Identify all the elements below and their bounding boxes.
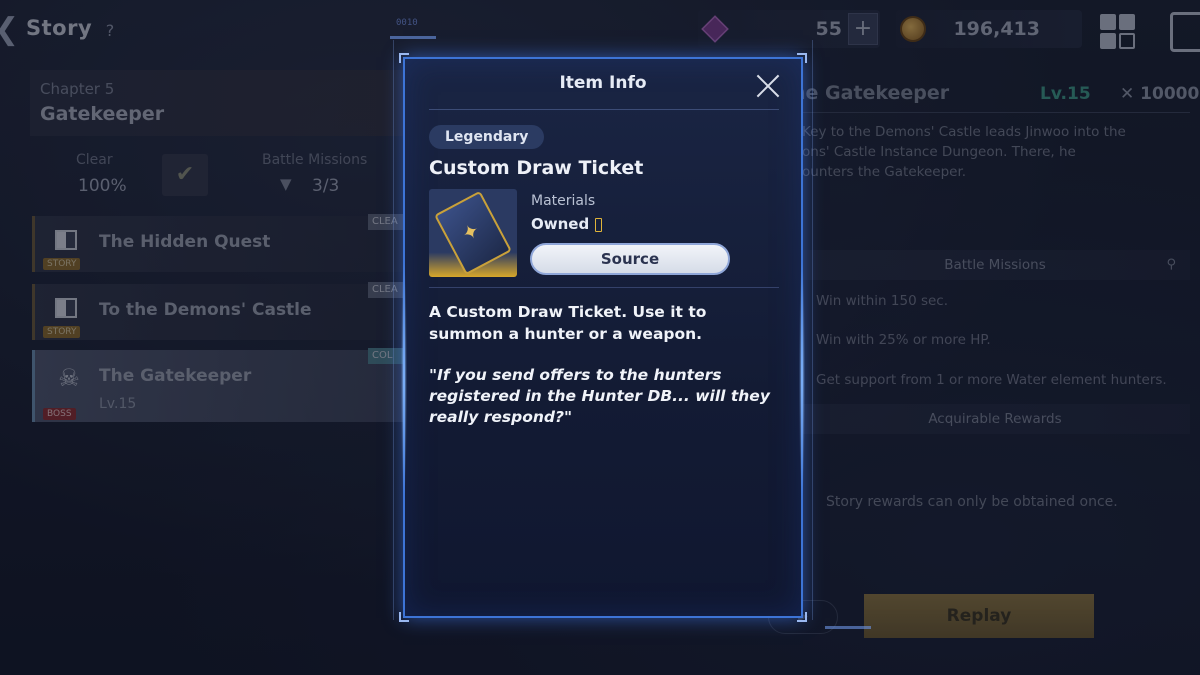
modal-corner xyxy=(797,53,807,63)
frame-line xyxy=(393,40,394,620)
ticket-icon xyxy=(434,190,512,276)
item-thumbnail xyxy=(429,189,517,277)
close-icon[interactable] xyxy=(755,73,781,99)
divider xyxy=(429,109,779,110)
item-info-modal: Item Info Legendary Custom Draw Ticket M… xyxy=(399,53,807,622)
modal-corner xyxy=(399,612,409,622)
source-button[interactable]: Source xyxy=(530,243,730,275)
owned-count-box xyxy=(595,218,602,232)
frame-line xyxy=(825,626,871,629)
item-flavor-text: "If you send offers to the hunters regis… xyxy=(429,366,770,426)
owned-label: Owned xyxy=(531,215,590,233)
item-name: Custom Draw Ticket xyxy=(429,157,644,179)
modal-corner xyxy=(797,612,807,622)
frame-line xyxy=(812,40,813,620)
frame-line xyxy=(390,36,436,39)
modal-glow xyxy=(799,259,805,499)
divider xyxy=(429,287,779,288)
rarity-badge: Legendary xyxy=(429,125,545,149)
modal-title: Item Info xyxy=(559,73,647,93)
item-description: A Custom Draw Ticket. Use it to summon a… xyxy=(429,303,707,343)
item-category: Materials xyxy=(531,193,596,209)
modal-corner xyxy=(399,53,409,63)
modal-glow xyxy=(401,259,407,499)
